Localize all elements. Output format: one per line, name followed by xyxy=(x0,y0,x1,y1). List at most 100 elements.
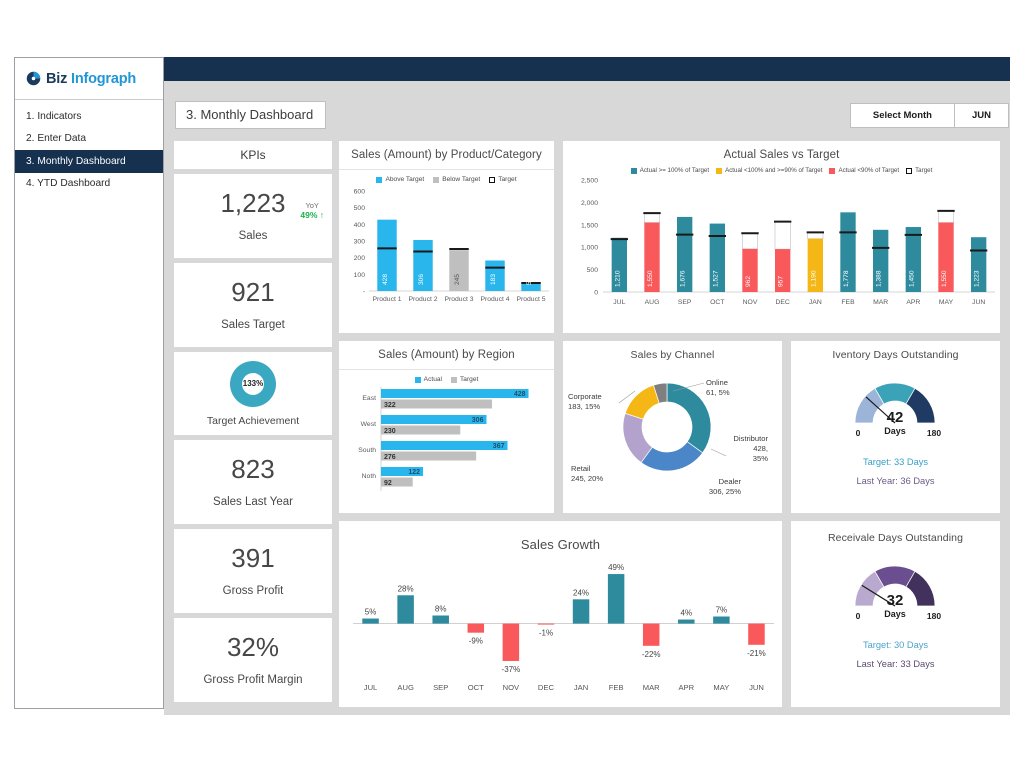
svg-text:SEP: SEP xyxy=(678,299,692,306)
selected-month-value[interactable]: JUN xyxy=(955,104,1008,127)
kpi-value-gross-profit: 391 xyxy=(231,545,274,572)
sidebar-item-enter-data[interactable]: 2. Enter Data xyxy=(15,128,163,151)
svg-text:51: 51 xyxy=(526,277,533,285)
yoy-value: 49% ↑ xyxy=(300,211,324,221)
svg-text:42: 42 xyxy=(887,409,904,426)
svg-text:AUG: AUG xyxy=(645,299,660,306)
svg-text:306, 25%: 306, 25% xyxy=(709,487,741,496)
svg-text:JUL: JUL xyxy=(613,299,625,306)
kpi-value-sales: 1,223 xyxy=(220,190,285,217)
brand-logo: Biz Infograph xyxy=(15,58,163,100)
svg-text:183, 15%: 183, 15% xyxy=(568,402,600,411)
gauge-title-inventory: Iventory Days Outstanding xyxy=(791,341,1000,361)
chart-title-channel: Sales by Channel xyxy=(563,341,782,361)
kpi-label-target-achievement: Target Achievement xyxy=(207,415,299,427)
svg-text:MAR: MAR xyxy=(873,299,888,306)
legend-item-target-marker: Target xyxy=(906,167,932,174)
svg-text:600: 600 xyxy=(354,189,366,196)
kpi-card-target-achievement: 133% Target Achievement xyxy=(174,352,332,435)
svg-text:JAN: JAN xyxy=(574,683,588,692)
sidebar-item-indicators[interactable]: 1. Indicators xyxy=(15,105,163,128)
svg-text:FEB: FEB xyxy=(841,299,855,306)
svg-text:5%: 5% xyxy=(365,608,377,617)
svg-text:180: 180 xyxy=(927,611,941,621)
svg-text:Corporate: Corporate xyxy=(568,392,602,401)
svg-text:1,450: 1,450 xyxy=(908,270,915,287)
svg-text:2,000: 2,000 xyxy=(581,200,598,207)
kpi-column: KPIs 1,223 Sales YoY 49% ↑ 921 Sales Tar… xyxy=(174,141,332,707)
svg-text:306: 306 xyxy=(418,274,425,285)
kpi-label-sales-last-year: Sales Last Year xyxy=(213,496,293,508)
kpi-value-sales-target: 921 xyxy=(231,279,274,306)
legend-item-below-target: Below Target xyxy=(433,176,480,183)
svg-text:8%: 8% xyxy=(435,604,447,613)
sidebar: Biz Infograph 1. Indicators 2. Enter Dat… xyxy=(14,57,164,709)
gauge-last-year-receivable: Last Year: 33 Days xyxy=(791,659,1000,669)
svg-text:APR: APR xyxy=(678,683,694,692)
svg-text:-1%: -1% xyxy=(539,629,553,638)
svg-text:-21%: -21% xyxy=(747,649,766,658)
yoy-indicator: YoY 49% ↑ xyxy=(300,202,324,220)
select-month-button[interactable]: Select Month xyxy=(851,104,955,127)
sidebar-nav: 1. Indicators 2. Enter Data 3. Monthly D… xyxy=(15,100,163,195)
sidebar-item-ytd-dashboard[interactable]: 4. YTD Dashboard xyxy=(15,173,163,196)
svg-text:1,527: 1,527 xyxy=(712,270,719,287)
svg-text:28%: 28% xyxy=(398,584,414,593)
kpi-label-gross-profit: Gross Profit xyxy=(223,585,284,597)
month-selector[interactable]: Select Month JUN xyxy=(850,103,1009,128)
kpi-label-gross-profit-margin: Gross Profit Margin xyxy=(203,674,302,686)
legend-item-between-90-and-100: Actual <100% and >=90% of Target xyxy=(716,167,822,174)
svg-text:1,388: 1,388 xyxy=(876,270,883,287)
kpi-section-header: KPIs xyxy=(174,141,332,169)
svg-text:7%: 7% xyxy=(716,606,728,615)
svg-text:South: South xyxy=(358,447,376,454)
gauge-svg-receivable: 32Days0180 xyxy=(791,544,1000,632)
svg-text:245, 20%: 245, 20% xyxy=(571,474,603,483)
pie-chart-icon xyxy=(26,71,41,86)
svg-text:Days: Days xyxy=(884,426,906,436)
svg-text:1,190: 1,190 xyxy=(810,270,817,287)
gauge-svg-inventory: 42Days0180 xyxy=(791,361,1000,449)
svg-text:49%: 49% xyxy=(608,563,624,572)
svg-text:Dealer: Dealer xyxy=(719,477,742,486)
svg-text:428: 428 xyxy=(514,391,526,398)
svg-text:32: 32 xyxy=(887,592,904,609)
chart-svg-sales-growth: 5%JUL28%AUG8%SEP-9%OCT-37%NOV-1%DEC24%JA… xyxy=(339,552,782,702)
gauge-panel-receivable: Receivale Days Outstanding 32Days0180 Ta… xyxy=(791,521,1000,707)
legend-item-above-target: Above Target xyxy=(376,176,424,183)
kpi-section-title: KPIs xyxy=(240,148,265,162)
svg-text:-37%: -37% xyxy=(502,665,521,674)
legend-item-target: Target xyxy=(489,176,516,183)
svg-text:0: 0 xyxy=(856,611,861,621)
svg-text:276: 276 xyxy=(384,454,396,461)
gauge-target-receivable: Target: 30 Days xyxy=(791,640,1000,650)
chart-title-product: Sales (Amount) by Product/Category xyxy=(339,141,554,170)
svg-text:DEC: DEC xyxy=(538,683,555,692)
chart-panel-sales-growth: Sales Growth 5%JUL28%AUG8%SEP-9%OCT-37%N… xyxy=(339,521,782,707)
chart-title-actual-vs-target: Actual Sales vs Target xyxy=(563,141,1000,161)
svg-text:92: 92 xyxy=(384,480,392,487)
svg-text:957: 957 xyxy=(778,276,785,287)
svg-text:322: 322 xyxy=(384,402,396,409)
svg-text:East: East xyxy=(362,395,376,402)
svg-text:306: 306 xyxy=(472,417,484,424)
svg-text:35%: 35% xyxy=(753,454,768,463)
legend-item-at-or-above-target: Actual >= 100% of Target xyxy=(631,167,709,174)
svg-text:24%: 24% xyxy=(573,588,589,597)
svg-text:0: 0 xyxy=(856,428,861,438)
svg-text:500: 500 xyxy=(354,205,366,212)
svg-text:JUL: JUL xyxy=(364,683,378,692)
sidebar-item-monthly-dashboard[interactable]: 3. Monthly Dashboard xyxy=(15,150,163,173)
svg-text:1,778: 1,778 xyxy=(843,270,850,287)
svg-text:230: 230 xyxy=(384,428,396,435)
svg-text:West: West xyxy=(361,421,376,428)
svg-text:1,210: 1,210 xyxy=(614,270,621,287)
chart-title-sales-growth: Sales Growth xyxy=(339,521,782,552)
svg-text:JUN: JUN xyxy=(749,683,764,692)
chart-svg-channel: Distributor428,35%Dealer306, 25%Retail24… xyxy=(563,361,782,507)
svg-text:1,000: 1,000 xyxy=(581,245,598,252)
kpi-value-sales-last-year: 823 xyxy=(231,456,274,483)
svg-text:-: - xyxy=(363,289,365,296)
svg-text:MAY: MAY xyxy=(713,683,729,692)
kpi-label-sales-target: Sales Target xyxy=(221,319,285,331)
